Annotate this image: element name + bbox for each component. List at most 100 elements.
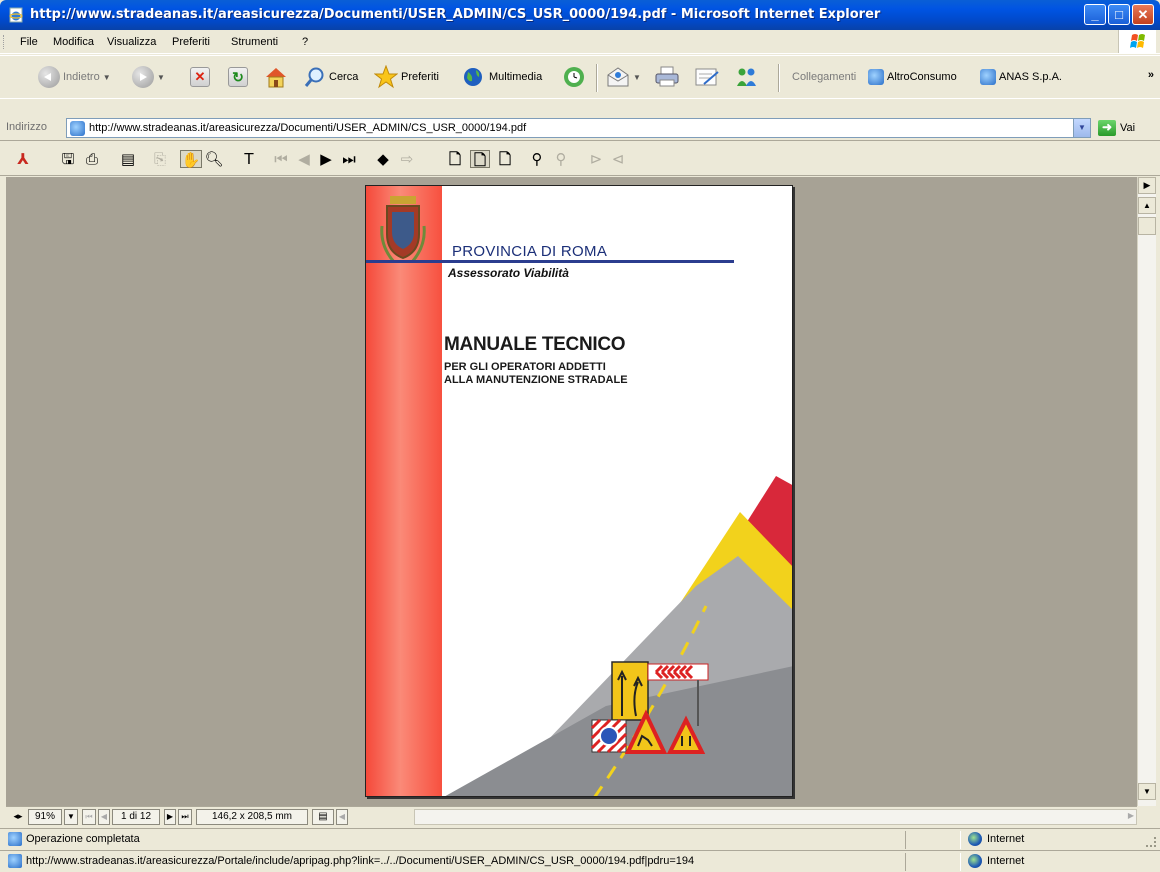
star-icon <box>374 65 398 89</box>
status-panel <box>905 831 961 849</box>
menu-file[interactable]: File <box>20 36 38 48</box>
print-button[interactable] <box>654 65 680 89</box>
refresh-icon: ↻ <box>228 67 248 87</box>
home-button[interactable] <box>264 65 288 89</box>
menu-visualizza[interactable]: Visualizza <box>107 36 156 48</box>
last-page-icon[interactable]: ⏭ <box>178 809 192 825</box>
scroll-down-arrow-icon[interactable]: ▼ <box>1138 783 1156 800</box>
address-input[interactable]: http://www.stradeanas.it/areasicurezza/D… <box>66 118 1091 138</box>
hand-tool-icon[interactable]: ✋ <box>180 150 202 169</box>
forward-arrow-icon <box>132 66 154 88</box>
link-anas[interactable]: ANAS S.p.A. <box>980 65 1062 89</box>
stop-icon: ✕ <box>190 67 210 87</box>
page-layout-icon[interactable]: ▤ <box>312 809 334 825</box>
menu-strumenti[interactable]: Strumenti <box>231 36 278 48</box>
close-button[interactable]: ✕ <box>1132 4 1154 25</box>
forward-button[interactable]: ▼ <box>132 65 165 89</box>
text-select-icon[interactable]: T <box>238 150 260 168</box>
media-button[interactable]: Multimedia <box>462 65 542 89</box>
search-icon <box>304 67 324 87</box>
actual-size-icon[interactable]: 🗋 <box>446 150 464 168</box>
maximize-button[interactable]: □ <box>1108 4 1130 25</box>
scroll-right-arrow-icon[interactable]: ▶ <box>1128 811 1134 820</box>
ie-page-icon <box>980 69 996 85</box>
toolbar-separator <box>778 64 780 92</box>
go-back-view-icon[interactable]: ◆ <box>374 150 392 168</box>
find-icon[interactable]: ⚲ <box>528 150 546 168</box>
toolbar-spacer <box>0 99 1160 115</box>
scrollbar-thumb[interactable] <box>1138 217 1156 235</box>
history-button[interactable] <box>562 65 586 89</box>
resize-grip-icon[interactable] <box>1146 837 1156 847</box>
last-page-icon[interactable]: ⏭ <box>340 150 358 168</box>
minimize-button[interactable]: _ <box>1084 4 1106 25</box>
internet-zone-icon <box>968 854 982 868</box>
rotate-left-icon: ⊳ <box>589 150 603 168</box>
zoom-field[interactable]: 91% <box>28 809 62 825</box>
link-status-bar: http://www.stradeanas.it/areasicurezza/P… <box>0 850 1160 872</box>
edit-icon <box>695 68 719 86</box>
toolbar-grip[interactable] <box>3 35 5 49</box>
title-bar[interactable]: http://www.stradeanas.it/areasicurezza/D… <box>0 0 1160 30</box>
scroll-up-arrow-icon[interactable]: ▲ <box>1138 197 1156 214</box>
previous-page-icon: ◀ <box>298 150 310 168</box>
fit-page-icon[interactable]: 🗋 <box>470 150 490 169</box>
link-altroconsumo[interactable]: AltroConsumo <box>868 65 957 89</box>
ie-page-icon <box>70 121 85 136</box>
resize-panel-icon[interactable]: ◂▸ <box>10 809 26 825</box>
edit-button[interactable] <box>694 65 720 89</box>
search-button[interactable]: Cerca <box>304 65 358 89</box>
first-page-icon: ⏮ <box>274 150 288 168</box>
bookmarks-panel-icon[interactable]: ▤ <box>118 150 138 168</box>
page-indicator[interactable]: 1 di 12 <box>112 809 160 825</box>
ie-page-icon <box>868 69 884 85</box>
page-navigation-arrow-icon[interactable]: ▶ <box>1138 177 1156 194</box>
acrobat-logo-icon[interactable]: ⅄ <box>14 150 32 168</box>
go-arrow-icon[interactable]: ➜ <box>1098 120 1116 136</box>
ie-page-icon <box>8 832 22 846</box>
history-icon <box>564 67 584 87</box>
print-icon[interactable]: ⎙ <box>82 150 102 168</box>
maximize-icon: □ <box>1115 7 1123 22</box>
mail-button[interactable]: ▼ <box>606 65 641 89</box>
links-label: Collegamenti <box>792 71 857 83</box>
copy-icon: ⎘ <box>153 150 166 168</box>
media-globe-icon <box>464 68 482 86</box>
favorites-label: Preferiti <box>401 71 439 83</box>
back-button[interactable]: Indietro ▼ <box>38 65 111 89</box>
address-dropdown-button[interactable]: ▼ <box>1073 119 1090 137</box>
scroll-left-arrow-icon[interactable]: ◀ <box>336 809 348 825</box>
back-arrow-icon <box>38 66 60 88</box>
toolbar-overflow-chevron[interactable]: » <box>1148 69 1154 81</box>
next-page-icon[interactable]: ▶ <box>164 809 176 825</box>
messenger-button[interactable] <box>734 65 760 89</box>
stop-button[interactable]: ✕ <box>190 65 210 89</box>
vertical-scrollbar[interactable]: ▶ ▲ ▼ <box>1137 177 1156 806</box>
close-icon: ✕ <box>1137 7 1149 22</box>
menu-modifica[interactable]: Modifica <box>53 36 94 48</box>
back-label: Indietro <box>63 71 100 83</box>
chevron-down-icon: ▼ <box>157 72 165 82</box>
search-next-icon: ⚲ <box>555 150 567 168</box>
chevron-down-icon: ▼ <box>633 72 641 82</box>
favorites-button[interactable]: Preferiti <box>374 65 439 89</box>
save-icon[interactable]: 🖫 <box>58 150 78 168</box>
pdf-viewport[interactable]: PROVINCIA DI ROMA Assessorato Viabilità … <box>6 177 1137 806</box>
zoom-tool-icon[interactable]: 🔍︎ <box>204 150 224 168</box>
cover-road-artwork <box>445 476 792 796</box>
status-panel <box>905 853 961 871</box>
media-label: Multimedia <box>489 71 543 83</box>
window-title: http://www.stradeanas.it/areasicurezza/D… <box>30 7 881 22</box>
next-page-icon[interactable]: ▶ <box>318 150 334 168</box>
first-page-icon: ⏮ <box>82 809 96 825</box>
status-bar: Operazione completata Internet <box>0 828 1160 850</box>
zoom-dropdown-icon[interactable]: ▼ <box>64 809 78 825</box>
chevron-down-icon: ▼ <box>102 72 111 82</box>
horizontal-scrollbar[interactable]: ▶ <box>414 809 1137 825</box>
link-anas-label: ANAS S.p.A. <box>999 71 1062 83</box>
menu-preferiti[interactable]: Preferiti <box>172 36 210 48</box>
menu-help[interactable]: ? <box>302 36 308 48</box>
fit-width-icon[interactable]: 🗋 <box>496 150 514 168</box>
go-button[interactable]: Vai <box>1120 122 1135 134</box>
refresh-button[interactable]: ↻ <box>228 65 248 89</box>
